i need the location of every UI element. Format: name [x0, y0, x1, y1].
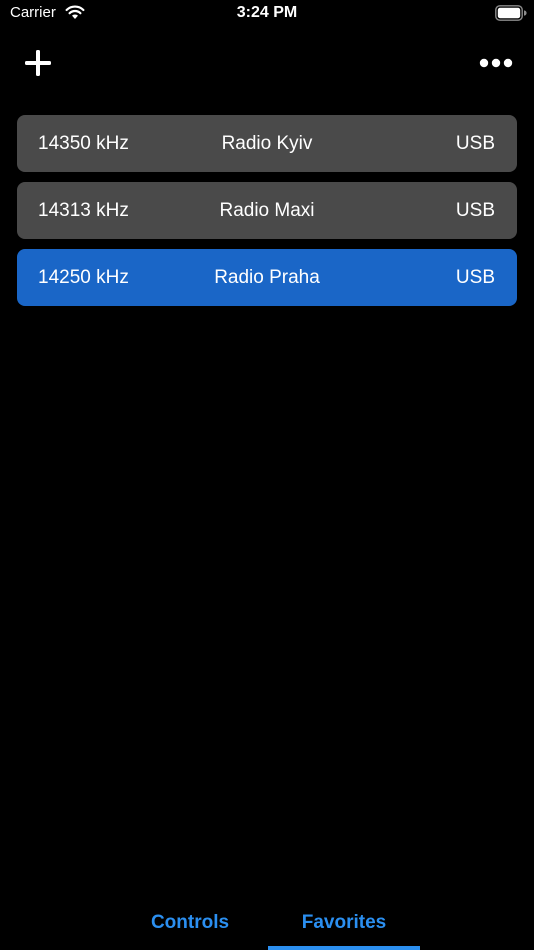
favorite-station-name: Radio Kyiv — [221, 133, 313, 154]
add-favorite-button[interactable] — [22, 47, 54, 79]
plus-icon — [25, 50, 51, 76]
favorite-row-radio-praha[interactable]: 14250 kHz Radio Praha USB — [17, 249, 517, 306]
battery-icon — [495, 5, 527, 21]
ellipsis-icon — [479, 58, 513, 68]
status-bar: Carrier 3:24 PM — [0, 0, 534, 30]
active-tab-indicator — [268, 946, 420, 950]
favorites-list: 14350 kHz Radio Kyiv USB 14313 kHz Radio… — [17, 115, 517, 316]
favorite-row-radio-kyiv[interactable]: 14350 kHz Radio Kyiv USB — [17, 115, 517, 172]
favorite-station-name: Radio Praha — [214, 267, 320, 288]
clock: 3:24 PM — [236, 4, 298, 21]
favorite-mode: USB — [455, 267, 495, 288]
favorite-station-name: Radio Maxi — [219, 200, 315, 221]
more-options-button[interactable] — [478, 53, 514, 73]
favorite-mode: USB — [455, 200, 495, 221]
tab-bar: Controls Favorites — [0, 900, 534, 950]
tab-favorites[interactable]: Favorites — [268, 900, 420, 950]
favorite-mode: USB — [455, 133, 495, 154]
favorite-row-radio-maxi[interactable]: 14313 kHz Radio Maxi USB — [17, 182, 517, 239]
tab-controls[interactable]: Controls — [115, 900, 265, 950]
